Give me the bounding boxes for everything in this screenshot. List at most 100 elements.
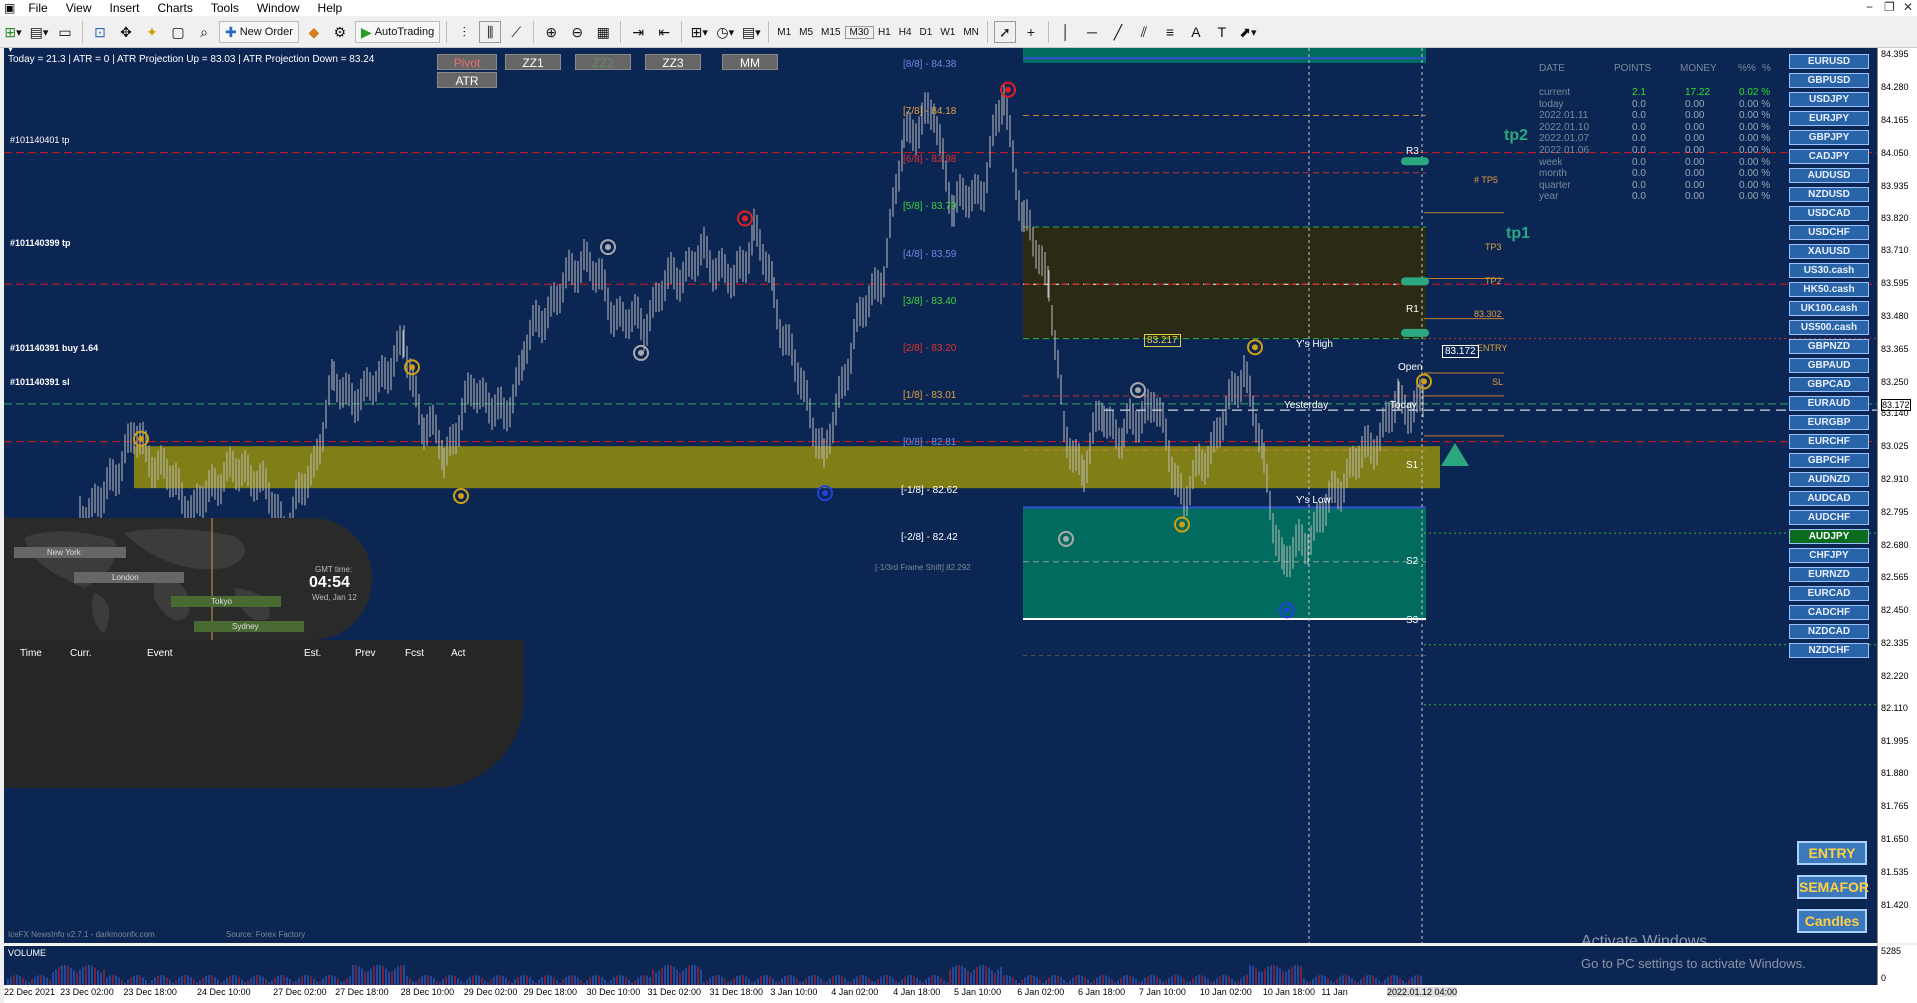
new-order-button[interactable]: ✚ New Order: [219, 21, 299, 43]
price-axis[interactable]: 84.395 84.280 84.165 84.050 83.935 83.820 83.7…: [1877, 48, 1917, 943]
symbol-button-audjpy[interactable]: AUDJPY: [1789, 529, 1869, 544]
pivot-button[interactable]: Pivot: [437, 54, 497, 70]
candles-button[interactable]: Candles: [1797, 909, 1867, 933]
periods-icon[interactable]: ◷ ▾: [714, 21, 736, 43]
symbol-button-eurjpy[interactable]: EURJPY: [1789, 111, 1869, 126]
bar-chart-icon[interactable]: ⫶: [453, 21, 475, 43]
symbol-button-xauusd[interactable]: XAUUSD: [1789, 244, 1869, 259]
trendline-icon[interactable]: ╱: [1107, 21, 1129, 43]
semafor-button[interactable]: SEMAFOR: [1797, 875, 1869, 899]
close-icon[interactable]: ✕: [1903, 0, 1913, 14]
symbol-button-gbpcad[interactable]: GBPCAD: [1789, 377, 1869, 392]
symbol-button-uk100.cash[interactable]: UK100.cash: [1789, 301, 1869, 316]
tf-w1[interactable]: W1: [936, 27, 959, 38]
arrows-icon[interactable]: ⬈ ▾: [1237, 21, 1259, 43]
symbol-button-gbpjpy[interactable]: GBPJPY: [1789, 130, 1869, 145]
templates-icon[interactable]: ▤ ▾: [740, 21, 762, 43]
autoscroll-icon[interactable]: ⇥: [627, 21, 649, 43]
menu-charts[interactable]: Charts: [149, 0, 202, 16]
tester-icon[interactable]: ⌕: [193, 21, 215, 43]
menu-insert[interactable]: Insert: [100, 0, 148, 16]
symbol-button-eurgbp[interactable]: EURGBP: [1789, 415, 1869, 430]
menu-window[interactable]: Window: [248, 0, 309, 16]
symbol-button-cadchf[interactable]: CADCHF: [1789, 605, 1869, 620]
zz1-button[interactable]: ZZ1: [505, 54, 561, 70]
app-icon[interactable]: ▣: [0, 0, 19, 16]
chart-shift-icon[interactable]: ⇤: [653, 21, 675, 43]
menu-file[interactable]: File: [19, 0, 56, 16]
symbol-button-euraud[interactable]: EURAUD: [1789, 396, 1869, 411]
symbol-button-usdcad[interactable]: USDCAD: [1789, 206, 1869, 221]
price-chart[interactable]: Today = 21.3 | ATR = 0 | ATR Projection …: [4, 48, 1877, 943]
candlestick-icon[interactable]: ⫼: [479, 21, 502, 43]
symbol-button-hk50.cash[interactable]: HK50.cash: [1789, 282, 1869, 297]
metaeditor-icon[interactable]: ◆: [303, 21, 325, 43]
tf-m15[interactable]: M15: [817, 27, 844, 38]
tf-d1[interactable]: D1: [916, 27, 937, 38]
symbol-button-eurusd[interactable]: EURUSD: [1789, 54, 1869, 69]
time-axis[interactable]: 22 Dec 2021 23 Dec 02:00 23 Dec 18:00 24 De…: [4, 985, 1917, 1003]
cursor-icon[interactable]: ➚: [993, 21, 1016, 43]
menu-help[interactable]: Help: [309, 0, 352, 16]
market-watch-icon[interactable]: ▭: [54, 21, 76, 43]
symbol-button-us500.cash[interactable]: US500.cash: [1789, 320, 1869, 335]
symbol-button-usdchf[interactable]: USDCHF: [1789, 225, 1869, 240]
symbol-button-gbpusd[interactable]: GBPUSD: [1789, 73, 1869, 88]
symbol-button-audusd[interactable]: AUDUSD: [1789, 168, 1869, 183]
collapse-icon[interactable]: ▾: [8, 48, 13, 55]
symbol-button-audnzd[interactable]: AUDNZD: [1789, 472, 1869, 487]
terminal-icon[interactable]: ▢: [167, 21, 189, 43]
favorites-icon[interactable]: ✦: [141, 21, 163, 43]
tf-h4[interactable]: H4: [895, 27, 916, 38]
symbol-button-chfjpy[interactable]: CHFJPY: [1789, 548, 1869, 563]
zoom-in-icon[interactable]: ⊕: [540, 21, 562, 43]
atr-button[interactable]: ATR: [437, 72, 497, 88]
symbol-button-cadjpy[interactable]: CADJPY: [1789, 149, 1869, 164]
time-tick: 7 Jan 10:00: [1138, 987, 1186, 997]
symbol-button-usdjpy[interactable]: USDJPY: [1789, 92, 1869, 107]
tf-mn[interactable]: MN: [959, 27, 983, 38]
symbol-button-nzdchf[interactable]: NZDCHF: [1789, 643, 1869, 658]
options-icon[interactable]: ⚙: [329, 21, 351, 43]
horizontal-line-icon[interactable]: ─: [1081, 21, 1103, 43]
symbol-button-eurcad[interactable]: EURCAD: [1789, 586, 1869, 601]
symbol-button-audchf[interactable]: AUDCHF: [1789, 510, 1869, 525]
symbol-button-nzdcad[interactable]: NZDCAD: [1789, 624, 1869, 639]
fibonacci-icon[interactable]: ≡: [1159, 21, 1181, 43]
symbol-button-nzdusd[interactable]: NZDUSD: [1789, 187, 1869, 202]
symbol-button-eurchf[interactable]: EURCHF: [1789, 434, 1869, 449]
symbol-button-gbpaud[interactable]: GBPAUD: [1789, 358, 1869, 373]
symbol-button-gbpchf[interactable]: GBPCHF: [1789, 453, 1869, 468]
text-icon[interactable]: A: [1185, 21, 1207, 43]
menu-view[interactable]: View: [57, 0, 101, 16]
symbol-button-us30.cash[interactable]: US30.cash: [1789, 263, 1869, 278]
tf-h1[interactable]: H1: [874, 27, 895, 38]
crosshair-nav-icon[interactable]: ✥: [115, 21, 137, 43]
minimize-icon[interactable]: −: [1866, 0, 1873, 14]
entry-button[interactable]: ENTRY: [1797, 841, 1867, 865]
tf-m5[interactable]: M5: [795, 27, 817, 38]
restore-icon[interactable]: ❐: [1884, 0, 1895, 14]
symbol-button-audcad[interactable]: AUDCAD: [1789, 491, 1869, 506]
profiles-icon[interactable]: ▤ ▾: [28, 21, 50, 43]
indicators-icon[interactable]: ⊞ ▾: [688, 21, 710, 43]
tf-m30[interactable]: M30: [844, 25, 874, 39]
channel-icon[interactable]: ⫽: [1133, 21, 1155, 43]
mm-button[interactable]: MM: [722, 54, 778, 70]
new-chart-icon[interactable]: ⊞ ▾: [2, 21, 24, 43]
crosshair-icon[interactable]: +: [1020, 21, 1042, 43]
zz3-button[interactable]: ZZ3: [645, 54, 701, 70]
navigator-icon[interactable]: ⊡: [89, 21, 111, 43]
autotrading-button[interactable]: ▶ AutoTrading: [354, 21, 441, 43]
line-chart-icon[interactable]: ⟋: [505, 21, 527, 43]
label-icon[interactable]: T: [1211, 21, 1233, 43]
tile-windows-icon[interactable]: ▦: [592, 21, 614, 43]
zoom-out-icon[interactable]: ⊖: [566, 21, 588, 43]
murrey-3-8-label: [3/8] - 83.40: [903, 296, 957, 307]
symbol-button-gbpnzd[interactable]: GBPNZD: [1789, 339, 1869, 354]
vertical-line-icon[interactable]: │: [1055, 21, 1077, 43]
symbol-button-eurnzd[interactable]: EURNZD: [1789, 567, 1869, 582]
zz2-button[interactable]: ZZ2: [575, 54, 631, 70]
menu-tools[interactable]: Tools: [202, 0, 248, 16]
tf-m1[interactable]: M1: [773, 27, 795, 38]
